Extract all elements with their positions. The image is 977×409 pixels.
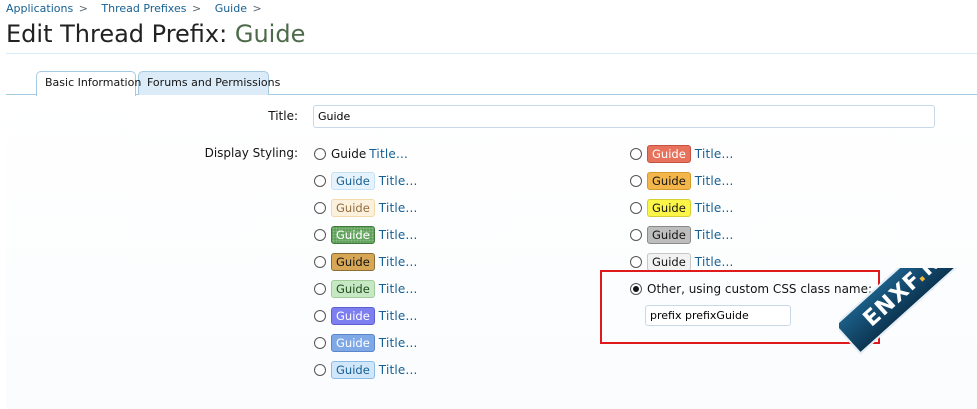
page-title: Edit Thread Prefix: Guide (6, 20, 305, 48)
breadcrumb-guide[interactable]: Guide > (215, 2, 262, 15)
breadcrumb-thread-prefixes[interactable]: Thread Prefixes > (101, 2, 201, 15)
radio-button[interactable] (314, 364, 326, 376)
title-divider (6, 53, 977, 54)
post-title-sample: Title... (694, 201, 734, 215)
prefix-sample: Guide (647, 172, 691, 190)
style-option-yellow[interactable]: Guide Title... (630, 197, 734, 219)
post-title-sample: Title... (694, 228, 734, 242)
radio-button[interactable] (630, 202, 642, 214)
style-option-cream[interactable]: Guide Title... (314, 197, 418, 219)
breadcrumb-applications[interactable]: Applications > (6, 2, 88, 15)
prefix-sample: Guide (331, 226, 375, 244)
radio-button[interactable] (630, 148, 642, 160)
prefix-sample: Guide (331, 280, 375, 298)
post-title-sample: Title... (378, 174, 418, 188)
post-title-sample: Title... (378, 363, 418, 377)
radio-button[interactable] (314, 148, 326, 160)
style-option-other[interactable]: Other, using custom CSS class name: (630, 278, 872, 300)
radio-button[interactable] (314, 229, 326, 241)
radio-button[interactable] (314, 256, 326, 268)
post-title-sample: Title... (378, 309, 418, 323)
style-option-tan[interactable]: Guide Title... (314, 251, 418, 273)
prefix-sample: Guide (331, 147, 367, 161)
prefix-sample: Guide (647, 199, 691, 217)
radio-button[interactable] (630, 229, 642, 241)
radio-button[interactable] (630, 175, 642, 187)
tab-forums-and-permissions[interactable]: Forums and Permissions (138, 71, 280, 95)
prefix-sample: Guide (331, 199, 375, 217)
style-option-purple[interactable]: Guide Title... (314, 305, 418, 327)
display-styling-label: Display Styling: (204, 146, 298, 160)
style-option-skyblue[interactable]: Guide Title... (314, 332, 418, 354)
post-title-sample: Title... (369, 147, 409, 161)
page-title-prefix: Edit Thread Prefix: (6, 20, 228, 48)
post-title-sample: Title... (378, 255, 418, 269)
custom-css-class-input[interactable] (645, 305, 791, 326)
prefix-sample: Guide (331, 307, 375, 325)
post-title-sample: Title... (694, 147, 734, 161)
style-option-lightgreen[interactable]: Guide Title... (314, 278, 418, 300)
post-title-sample: Title... (378, 201, 418, 215)
radio-button[interactable] (314, 202, 326, 214)
form-panel (6, 95, 977, 409)
style-option-plain[interactable]: Guide Title... (314, 143, 408, 165)
title-label: Title: (268, 109, 298, 123)
style-option-gray[interactable]: Guide Title... (630, 224, 734, 246)
style-option-paleblue[interactable]: Guide Title... (314, 359, 418, 381)
radio-button[interactable] (314, 283, 326, 295)
post-title-sample: Title... (378, 282, 418, 296)
prefix-sample: Guide (331, 172, 375, 190)
style-option-darkgreen[interactable]: Guide Title... (314, 224, 418, 246)
prefix-sample: Guide (331, 361, 375, 379)
prefix-sample: Guide (331, 253, 375, 271)
radio-button[interactable] (630, 256, 642, 268)
style-option-lightblue[interactable]: Guide Title... (314, 170, 418, 192)
style-option-orange[interactable]: Guide Title... (630, 170, 734, 192)
watermark-logo: ENXF.NET (839, 268, 977, 398)
post-title-sample: Title... (378, 228, 418, 242)
radio-button-selected[interactable] (630, 283, 642, 295)
watermark-ribbon: ENXF.NET (839, 268, 977, 355)
prefix-sample: Guide (647, 145, 691, 163)
title-input[interactable] (313, 105, 935, 128)
breadcrumb: Applications > Thread Prefixes > Guide > (6, 2, 272, 15)
post-title-sample: Title... (694, 174, 734, 188)
post-title-sample: Title... (694, 255, 734, 269)
radio-button[interactable] (314, 310, 326, 322)
radio-button[interactable] (314, 175, 326, 187)
style-option-red[interactable]: Guide Title... (630, 143, 734, 165)
prefix-sample: Guide (331, 334, 375, 352)
page-title-name: Guide (234, 20, 306, 48)
prefix-sample: Guide (647, 226, 691, 244)
post-title-sample: Title... (378, 336, 418, 350)
prefix-sample: Guide (647, 253, 691, 271)
radio-button[interactable] (314, 337, 326, 349)
tab-basic-information[interactable]: Basic Information (36, 71, 141, 96)
